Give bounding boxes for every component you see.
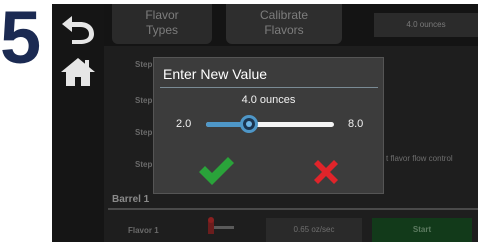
- flavor-row-label: Flavor 1: [128, 226, 159, 235]
- tab-flavor-types[interactable]: Flavor Types: [112, 4, 212, 44]
- step-label: Step: [135, 96, 153, 105]
- step-number: 5: [0, 0, 41, 79]
- tab-calibrate-flavors-line2: Flavors: [264, 23, 304, 37]
- slider-thumb[interactable]: [239, 114, 259, 134]
- flow-rate-field: 0.65 oz/sec: [266, 218, 362, 242]
- dialog-divider: [160, 87, 378, 88]
- back-arrow-icon[interactable]: [58, 12, 98, 46]
- confirm-button[interactable]: [196, 154, 236, 188]
- left-rail: [52, 4, 104, 242]
- flavor-valve-icon: [200, 216, 240, 238]
- tab-flavor-types-line1: Flavor: [145, 8, 179, 22]
- tab-calibrate-flavors-line1: Calibrate: [259, 8, 309, 22]
- cancel-button[interactable]: [310, 156, 342, 188]
- barrel-divider: [108, 208, 478, 210]
- step-label: Step: [135, 160, 153, 169]
- step-label: Step: [135, 128, 153, 137]
- current-value-label: 4.0 ounces: [241, 94, 296, 106]
- ounces-value-field[interactable]: 4.0 ounces: [374, 13, 478, 37]
- home-icon[interactable]: [58, 54, 98, 88]
- tab-calibrate-flavors[interactable]: Calibrate Flavors: [226, 4, 342, 44]
- tab-flavor-types-line2: Types: [145, 23, 178, 37]
- slider-max-label: 8.0: [348, 118, 364, 130]
- enter-value-dialog: Enter New Value 4.0 ounces 2.0 8.0: [153, 57, 384, 194]
- value-slider[interactable]: [206, 115, 334, 133]
- checkmark-icon: [199, 157, 234, 185]
- step-label: Step: [135, 60, 153, 69]
- x-icon: [314, 160, 338, 184]
- start-button[interactable]: Start: [372, 218, 472, 242]
- slider-min-label: 2.0: [176, 118, 192, 130]
- barrel-header: Barrel 1: [112, 194, 150, 205]
- instruction-frame: 5 Flavor Types Calibrate Flavors Step St…: [0, 0, 482, 245]
- flavor-flow-control-text: t flavor flow control: [386, 154, 453, 163]
- dialog-title: Enter New Value: [163, 66, 268, 82]
